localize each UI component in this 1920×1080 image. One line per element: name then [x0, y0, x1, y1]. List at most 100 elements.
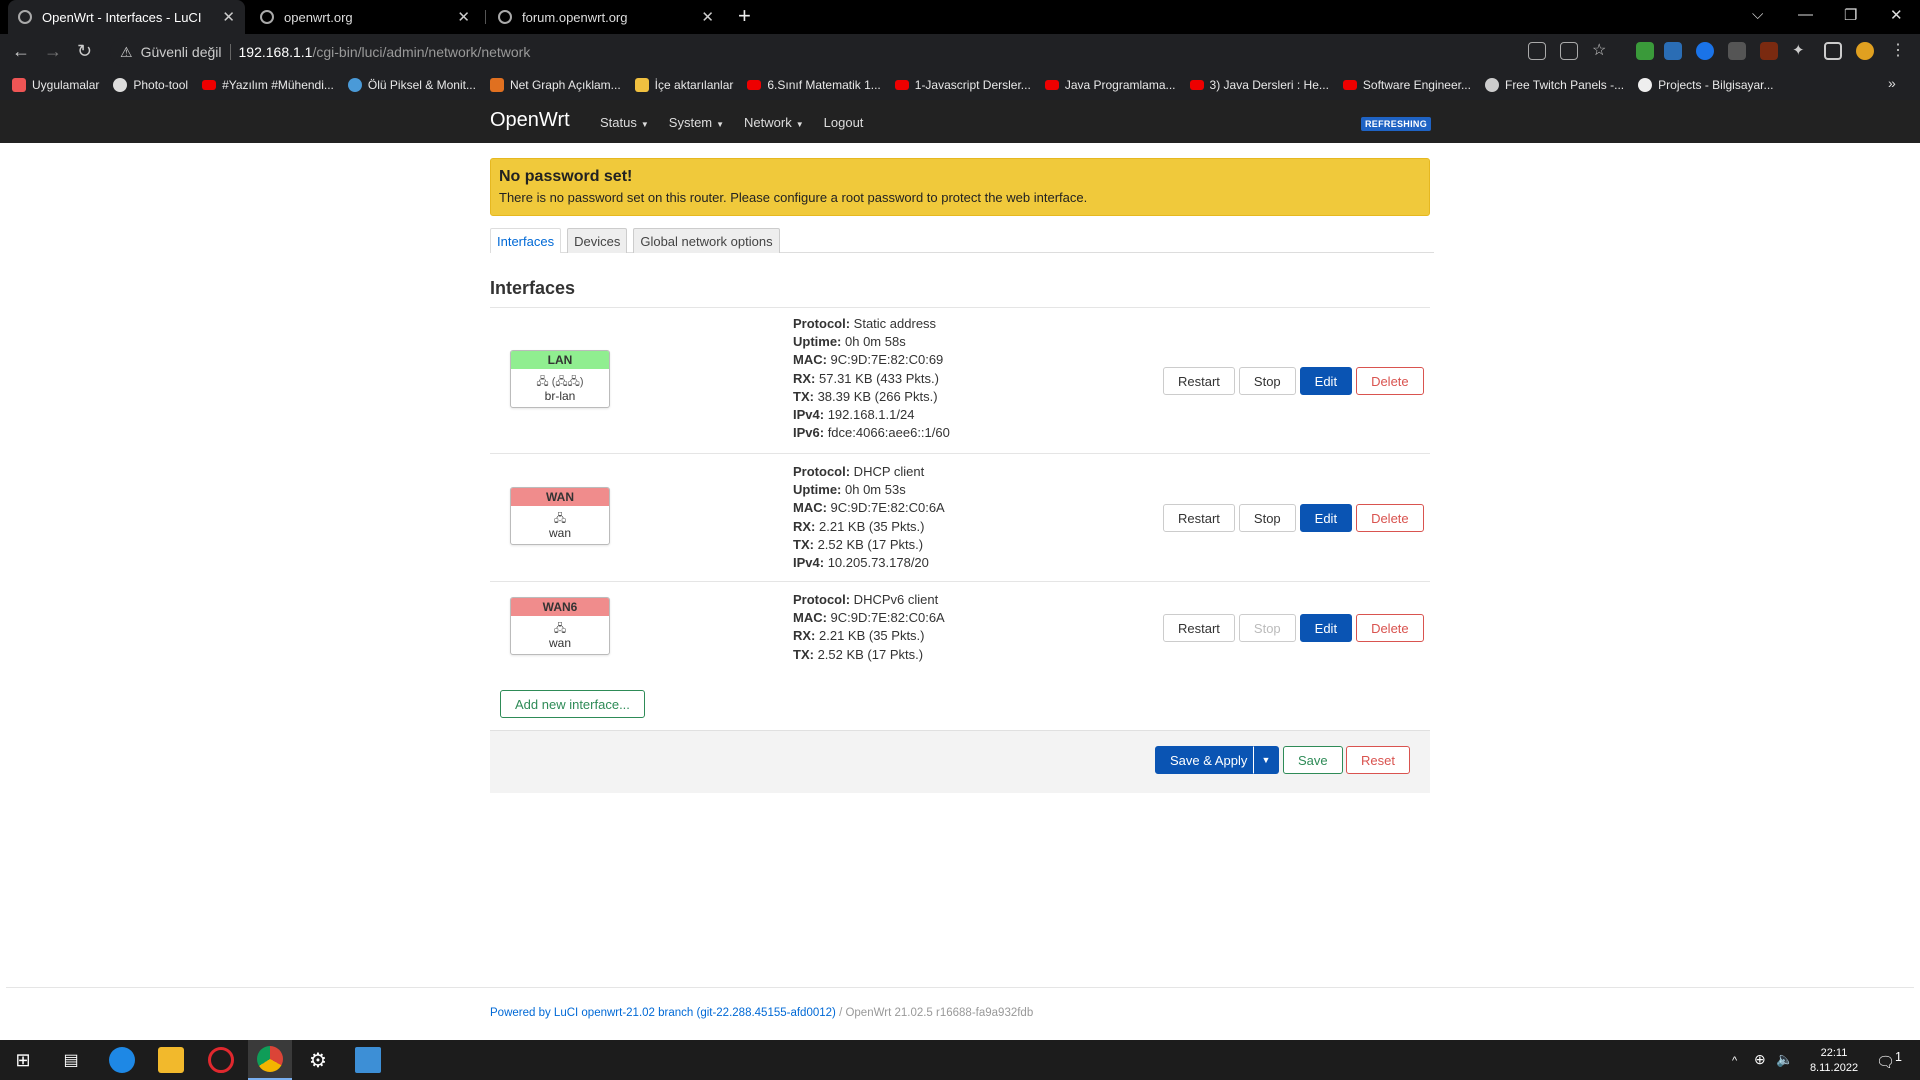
menu-status[interactable]: Status ▼ — [600, 115, 649, 130]
bookmark-item[interactable]: Free Twitch Panels -... — [1484, 78, 1625, 92]
close-tab-icon[interactable]: ✕ — [222, 8, 235, 26]
windows-start-icon[interactable]: ⊞ — [10, 1047, 36, 1073]
bookmark-item[interactable]: 6.Sınıf Matematik 1... — [747, 78, 881, 92]
footer-divider — [6, 987, 1914, 988]
interface-device: wan — [548, 636, 571, 650]
translate-icon[interactable] — [1528, 42, 1546, 60]
edit-button[interactable]: Edit — [1299, 504, 1353, 532]
save-button[interactable]: Save — [1283, 746, 1343, 774]
bookmark-label: Projects - Bilgisayar... — [1658, 78, 1774, 92]
tab-devices[interactable]: Devices — [567, 228, 628, 253]
edge-icon[interactable] — [109, 1047, 135, 1073]
restart-button[interactable]: Restart — [1163, 614, 1235, 642]
browser-menu-icon[interactable]: ⋮ — [1890, 42, 1908, 60]
notification-center-icon[interactable]: 🗨1 — [1876, 1050, 1902, 1070]
no-password-alert: No password set! There is no password se… — [490, 158, 1430, 216]
extension-icon[interactable] — [1696, 42, 1714, 60]
incognito-extension-icon[interactable] — [1728, 42, 1746, 60]
bookmark-label: #Yazılım #Mühendi... — [222, 78, 334, 92]
security-label[interactable]: Güvenli değil — [141, 44, 222, 60]
interface-details: Protocol: Static address Uptime: 0h 0m 5… — [793, 315, 950, 442]
edit-button[interactable]: Edit — [1299, 614, 1353, 642]
tab-search-icon[interactable]: ⌵ — [1752, 6, 1763, 23]
menu-system[interactable]: System ▼ — [669, 115, 724, 130]
bookmark-apps[interactable]: Uygulamalar — [12, 78, 99, 92]
browser-tab[interactable]: forum.openwrt.org ✕ — [488, 0, 724, 34]
bookmark-label: Free Twitch Panels -... — [1504, 78, 1625, 92]
bookmark-item[interactable]: Java Programlama... — [1044, 78, 1176, 92]
forward-icon[interactable]: → — [44, 41, 62, 62]
bookmark-item[interactable]: #Yazılım #Mühendi... — [202, 78, 334, 92]
youtube-icon — [747, 80, 762, 90]
extensions-puzzle-icon[interactable]: ✦ — [1792, 42, 1810, 60]
delete-button[interactable]: Delete — [1356, 614, 1424, 642]
openwrt-version: / OpenWrt 21.02.5 r16688-fa9a932fdb — [835, 1007, 1034, 1019]
extension-icon[interactable] — [1664, 42, 1682, 60]
close-window-icon[interactable]: ✕ — [1890, 6, 1903, 24]
restore-icon[interactable]: ❐ — [1844, 6, 1857, 24]
edit-button[interactable]: Edit — [1299, 367, 1353, 395]
luci-header — [0, 100, 1920, 143]
minimize-icon[interactable]: — — [1798, 6, 1813, 23]
tray-chevron-icon[interactable]: ^ — [1732, 1054, 1737, 1069]
save-apply-dropdown-icon[interactable]: ▼ — [1253, 746, 1279, 774]
settings-gear-icon[interactable]: ⚙ — [305, 1047, 331, 1073]
share-icon[interactable] — [1560, 42, 1578, 60]
network-icon[interactable]: ⊕ — [1754, 1052, 1766, 1067]
divider — [490, 307, 1430, 308]
menu-logout[interactable]: Logout — [824, 115, 864, 130]
back-icon[interactable]: ← — [12, 41, 30, 62]
brand-logo[interactable]: OpenWrt — [490, 109, 570, 132]
menu-network[interactable]: Network ▼ — [744, 115, 804, 130]
delete-button[interactable]: Delete — [1356, 367, 1424, 395]
restart-button[interactable]: Restart — [1163, 367, 1235, 395]
reload-icon[interactable]: ↻ — [77, 41, 92, 62]
close-tab-icon[interactable]: ✕ — [701, 8, 714, 26]
stop-button[interactable]: Stop — [1238, 504, 1296, 532]
bookmark-item[interactable]: Projects - Bilgisayar... — [1638, 78, 1774, 92]
chrome-taskbar-item[interactable] — [248, 1040, 292, 1080]
task-view-icon[interactable]: ▤ — [58, 1047, 84, 1073]
luci-favicon-icon — [18, 10, 32, 24]
luci-version-link[interactable]: Powered by LuCI openwrt-21.02 branch (gi… — [490, 1007, 836, 1019]
refresh-badge[interactable]: REFRESHING — [1361, 117, 1432, 131]
alert-title: No password set! — [499, 168, 633, 185]
clock[interactable]: 22:11 8.11.2022 — [1806, 1046, 1862, 1076]
profile-avatar-icon[interactable] — [1856, 42, 1874, 60]
bookmark-item[interactable]: Photo-tool — [113, 78, 188, 92]
bookmark-item[interactable]: Ölü Piksel & Monit... — [347, 78, 476, 92]
bookmark-item[interactable]: 1-Javascript Dersler... — [894, 78, 1031, 92]
url-input[interactable]: ⚠ Güvenli değil 192.168.1.1 /cgi-bin/luc… — [110, 38, 1550, 66]
bookmark-item[interactable]: 3) Java Dersleri : He... — [1189, 78, 1329, 92]
bookmark-folder[interactable]: İçe aktarılanlar — [634, 78, 733, 92]
bookmark-item[interactable]: Software Engineer... — [1342, 78, 1471, 92]
app-icon[interactable] — [355, 1047, 381, 1073]
bookmarks-overflow-icon[interactable]: » — [1888, 75, 1896, 91]
extension-icon[interactable] — [1760, 42, 1778, 60]
opera-icon[interactable] — [208, 1047, 234, 1073]
volume-icon[interactable]: 🔈 — [1776, 1052, 1793, 1067]
browser-tab-active[interactable]: OpenWrt - Interfaces - LuCI ✕ — [8, 0, 245, 34]
interface-device: br-lan — [544, 389, 576, 403]
add-interface-button[interactable]: Add new interface... — [500, 690, 645, 718]
bookmark-label: Net Graph Açıklam... — [509, 78, 621, 92]
bookmark-item[interactable]: Net Graph Açıklam... — [489, 78, 621, 92]
delete-button[interactable]: Delete — [1356, 504, 1424, 532]
restart-button[interactable]: Restart — [1163, 504, 1235, 532]
file-explorer-icon[interactable] — [158, 1047, 184, 1073]
reset-button[interactable]: Reset — [1346, 746, 1410, 774]
save-apply-button[interactable]: Save & Apply — [1155, 746, 1263, 774]
bookmark-label: 3) Java Dersleri : He... — [1209, 78, 1329, 92]
detail-value: 9C:9D:7E:82:C0:6A — [826, 500, 945, 516]
tab-global-network-options[interactable]: Global network options — [633, 228, 780, 253]
side-panel-icon[interactable] — [1824, 42, 1842, 60]
close-tab-icon[interactable]: ✕ — [457, 8, 470, 26]
browser-tab[interactable]: openwrt.org ✕ — [250, 0, 480, 34]
bookmark-star-icon[interactable]: ☆ — [1592, 42, 1610, 60]
interface-actions: Restart Stop Edit Delete — [1163, 504, 1424, 532]
detail-key: Uptime: — [793, 482, 842, 498]
new-tab-button[interactable]: + — [738, 3, 751, 29]
stop-button[interactable]: Stop — [1238, 367, 1296, 395]
shield-extension-icon[interactable] — [1636, 42, 1654, 60]
tab-interfaces[interactable]: Interfaces — [490, 228, 562, 253]
